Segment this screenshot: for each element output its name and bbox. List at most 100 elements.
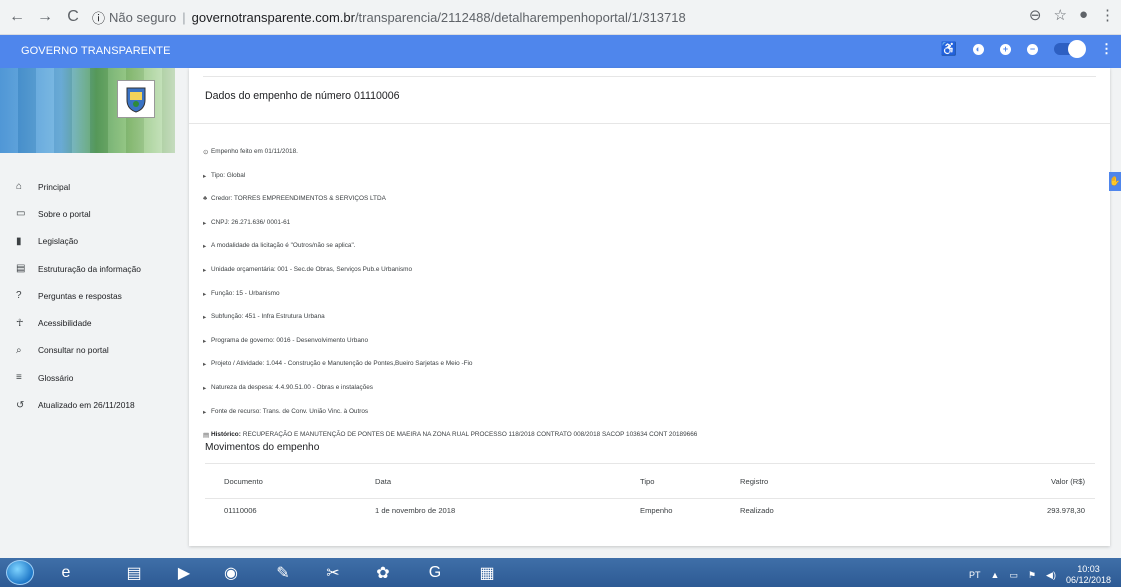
detail-icon: ▸	[203, 408, 207, 416]
network-icon[interactable]: ▭	[1009, 570, 1018, 581]
sidebar-item[interactable]: ? Perguntas e respostas	[0, 282, 175, 309]
detail-row: ▸ Fonte de recurso: Trans. de Conv. União…	[203, 408, 697, 432]
table-header-cell[interactable]: Valor (R$)	[840, 463, 1095, 499]
sidebar-item[interactable]: ▤ Estruturação da informação	[0, 255, 175, 282]
sidebar-item[interactable]: ▮ Legislação	[0, 228, 175, 255]
detail-icon: ▸	[203, 361, 207, 369]
clock[interactable]: 10:03 06/12/2018	[1066, 564, 1111, 586]
table-cell: 293.978,30	[1046, 506, 1085, 516]
language-indicator[interactable]: PT	[969, 570, 981, 580]
table-cell: Empenho	[640, 506, 673, 516]
taskbar-app-app-green[interactable]: ✿	[362, 560, 404, 585]
sidebar-item[interactable]: ▭ Sobre o portal	[0, 200, 175, 227]
detail-icon: ▸	[203, 219, 207, 227]
sidebar-item-label: Principal	[38, 181, 71, 192]
sidebar-item-label: Acessibilidade	[38, 318, 92, 329]
tray-expand-icon[interactable]: ▲	[991, 570, 1000, 580]
sidebar-item-icon: ⌕	[16, 344, 22, 356]
reload-button[interactable]: C	[62, 6, 84, 28]
url-separator: |	[182, 9, 186, 25]
detail-row: ▸ Subfunção: 451 - Infra Estrutura Urbana	[203, 313, 697, 337]
back-button[interactable]: ←	[6, 6, 28, 28]
historico-label: Histórico:	[211, 431, 241, 439]
sidebar-item-label: Estruturação da informação	[38, 263, 141, 274]
sidebar-item[interactable]: ☥ Acessibilidade	[0, 309, 175, 336]
table-header-cell[interactable]: Documento	[205, 463, 375, 499]
table-header-cell[interactable]: Data	[375, 463, 640, 499]
table-row[interactable]: 01110006 1 de novembro de 2018 Empenho Real…	[205, 499, 1095, 523]
sidebar-menu: ⌂ Principal ▭ Sobre o portal ▮ Legislação ▤ Est…	[0, 153, 175, 419]
detail-text: Programa de governo: 0016 - Desenvolvime…	[211, 336, 369, 344]
sidebar-item-label: Atualizado em 26/11/2018	[38, 400, 135, 411]
zoom-icon[interactable]: ⊖	[1029, 6, 1042, 24]
movements-title: Movimentos do empenho	[205, 442, 320, 453]
detail-text: Fonte de recurso: Trans. de Conv. União …	[211, 407, 369, 415]
theme-toggle[interactable]	[1054, 40, 1086, 58]
url-path: /transparencia/2112488/detalharempenhopo…	[354, 9, 686, 25]
taskbar-app-media-player[interactable]: ▶	[163, 560, 205, 585]
table-header-cell[interactable]: Tipo	[640, 463, 740, 499]
detail-text: A modalidade da licitação é "Outros/não …	[211, 242, 356, 250]
sidebar-item[interactable]: ↺ Atualizado em 26/11/2018	[0, 391, 175, 418]
taskbar-app-internet-explorer[interactable]: e	[45, 560, 87, 585]
detail-text: Tipo: Global	[211, 171, 246, 179]
decrease-font-icon[interactable]: −	[1027, 43, 1038, 55]
detail-icon: ▸	[203, 290, 207, 298]
sidebar-item-label: Sobre o portal	[38, 208, 91, 219]
info-icon[interactable]: ⓘ	[92, 8, 105, 27]
sidebar-item-icon: ?	[16, 290, 22, 302]
historico-text: RECUPERAÇÃO E MANUTENÇÃO DE PONTES DE MA…	[242, 431, 698, 439]
sidebar-item-icon: ▮	[16, 235, 22, 247]
table-header-cell[interactable]: Registro	[740, 463, 840, 499]
taskbar-app-calculator[interactable]: ▦	[466, 560, 508, 585]
browser-menu-icon[interactable]: ⋮	[1100, 6, 1115, 24]
sidebar-item[interactable]: ⌕ Consultar no portal	[0, 337, 175, 364]
security-label: Não seguro	[109, 9, 177, 25]
taskbar-app-file-explorer[interactable]: ▤	[113, 560, 155, 585]
detail-icon: ▸	[203, 243, 207, 251]
detail-text: Credor: TORRES EMPREENDIMENTOS & SERVIÇO…	[211, 195, 386, 203]
clock-date: 06/12/2018	[1065, 575, 1111, 585]
sidebar-item-icon: ⌂	[16, 181, 23, 193]
taskbar-app-snipping-tool[interactable]: ✂	[312, 560, 354, 585]
sidebar-item-icon: ▤	[16, 263, 26, 275]
empenho-details: ⊙ Empenho feito em 01/11/2018. ▸ Tipo: Glob…	[203, 148, 697, 455]
taskbar-app-chrome[interactable]: ◉	[210, 560, 252, 585]
sidebar-item[interactable]: ≡ Glossário	[0, 364, 175, 391]
detail-text: Subfunção: 451 - Infra Estrutura Urbana	[211, 313, 325, 321]
detail-text: Empenho feito em 01/11/2018.	[211, 148, 298, 155]
browser-toolbar: ← → C ⓘ Não seguro | governotransparente…	[0, 0, 1121, 35]
detail-row: ▸ Tipo: Global	[203, 172, 697, 196]
header-menu-icon[interactable]: ⋮	[1100, 41, 1113, 57]
vlibras-accessibility-tab[interactable]: ✋	[1109, 172, 1121, 191]
address-bar[interactable]: ⓘ Não seguro | governotransparente.com.b…	[92, 8, 686, 27]
table-cell: 01110006	[224, 506, 257, 516]
empenho-card: Dados do empenho de número 01110006 ⊙ Emp…	[189, 68, 1110, 546]
bookmark-star-icon[interactable]: ☆	[1053, 6, 1066, 24]
contrast-icon[interactable]: ◐	[973, 43, 984, 55]
forward-button[interactable]: →	[34, 6, 56, 28]
sidebar-item-icon: ☥	[16, 317, 24, 329]
sidebar-item-icon: ▭	[16, 208, 26, 220]
table-cell: 1 de novembro de 2018	[375, 506, 456, 516]
volume-icon[interactable]: ◀)	[1046, 570, 1056, 581]
detail-icon: ▸	[203, 337, 207, 345]
taskbar-app-paint[interactable]: ✎	[262, 560, 304, 585]
coat-of-arms-logo	[117, 80, 155, 118]
detail-icon: ▸	[203, 384, 207, 392]
increase-font-icon[interactable]: +	[1000, 43, 1011, 55]
detail-text: Natureza da despesa: 4.4.90.51.00 - Obra…	[211, 383, 373, 391]
start-button[interactable]	[6, 560, 34, 585]
movements-table: Documento Data Tipo Registro Valor (R$) 0111…	[205, 463, 1095, 523]
flag-icon[interactable]: ⚑	[1028, 570, 1036, 581]
sidebar-item[interactable]: ⌂ Principal	[0, 173, 175, 200]
detail-icon: ▸	[203, 266, 207, 274]
app-title[interactable]: GOVERNO TRANSPARENTE	[21, 45, 171, 57]
taskbar-app-app-pdf[interactable]: G	[414, 560, 456, 585]
system-tray: PT ▲ ▭ ⚑ ◀) 10:03 06/12/2018	[969, 564, 1111, 586]
taskbar: e ▤ ▶ ◉ ✎ ✂ ✿ G ▦ PT ▲ ▭ ⚑ ◀) 10:03 06/12/2018	[0, 558, 1121, 587]
profile-icon[interactable]: ●	[1079, 6, 1088, 24]
table-cell: Realizado	[740, 506, 774, 516]
detail-row: ▸ CNPJ: 26.271.636/ 0001-61	[203, 219, 697, 243]
accessibility-icon[interactable]: ♿	[941, 41, 957, 57]
